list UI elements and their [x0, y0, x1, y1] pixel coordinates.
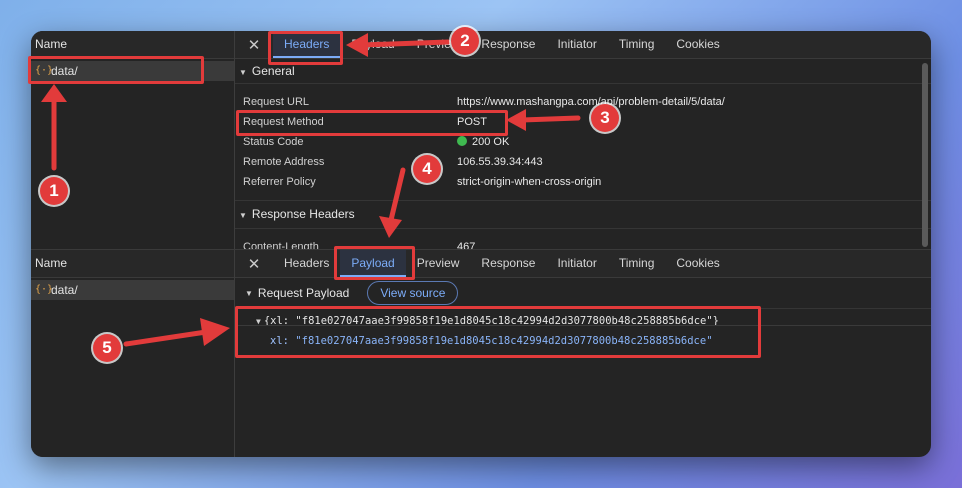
- arrow-3: [519, 115, 581, 123]
- arrow-4: [388, 167, 406, 223]
- arrow-3-head: [506, 109, 526, 131]
- arrow-5-head: [200, 318, 230, 346]
- arrow-5: [123, 329, 209, 347]
- arrow-2-head: [346, 33, 368, 57]
- arrow-2: [359, 39, 451, 48]
- annotation-badge-3: 3: [591, 104, 619, 132]
- annotation-badge-4: 4: [413, 155, 441, 183]
- annotation-badge-2: 2: [451, 27, 479, 55]
- arrow-4-head: [379, 216, 402, 238]
- annotation-badge-5: 5: [93, 334, 121, 362]
- arrow-1-head: [41, 84, 67, 102]
- annotation-arrows: [41, 33, 581, 347]
- annotation-badge-1: 1: [40, 177, 68, 205]
